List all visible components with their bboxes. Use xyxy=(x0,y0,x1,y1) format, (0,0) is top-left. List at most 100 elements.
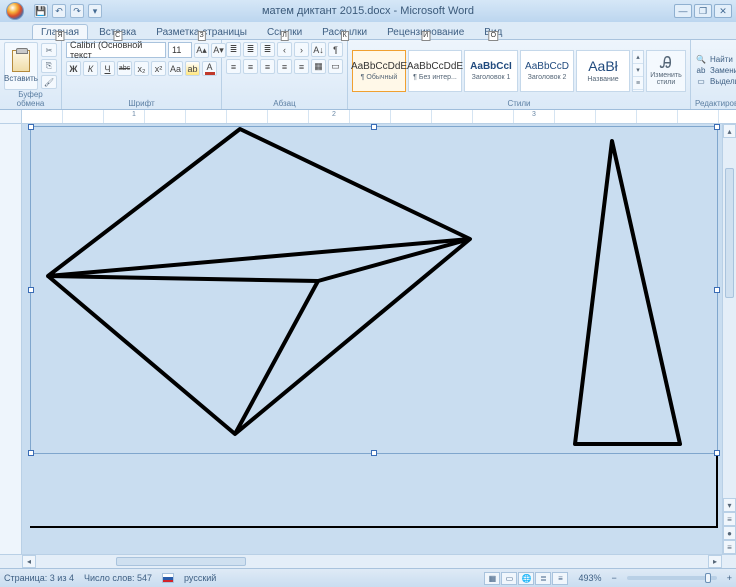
browse-object[interactable]: ● xyxy=(723,526,736,540)
scroll-left[interactable]: ◂ xyxy=(22,555,36,568)
copy-button[interactable]: ⎘ xyxy=(41,59,57,73)
qat-undo[interactable]: ↶ xyxy=(52,4,66,18)
multilevel-button[interactable]: ≣ xyxy=(260,42,275,57)
scroll-right[interactable]: ▸ xyxy=(708,555,722,568)
borders-button[interactable]: ▭ xyxy=(328,59,343,74)
replace-button[interactable]: abЗаменить xyxy=(695,66,736,75)
italic-button[interactable]: К xyxy=(83,61,98,76)
align-center[interactable]: ≡ xyxy=(243,59,258,74)
align-right[interactable]: ≡ xyxy=(260,59,275,74)
status-bar: Страница: 3 из 4 Число слов: 547 русский… xyxy=(0,568,736,587)
find-button[interactable]: 🔍Найти xyxy=(695,55,736,64)
window-minimize[interactable]: — xyxy=(674,4,692,18)
vscroll-thumb[interactable] xyxy=(725,168,734,298)
group-editing: 🔍Найти abЗаменить ▭Выделить Редактирован… xyxy=(691,40,736,109)
scroll-up[interactable]: ▴ xyxy=(723,124,736,138)
style-nospacing[interactable]: AaBbCcDdE¶ Без интер... xyxy=(408,50,462,92)
status-page[interactable]: Страница: 3 из 4 xyxy=(4,573,74,583)
grow-font[interactable]: A▴ xyxy=(194,43,209,58)
select-button[interactable]: ▭Выделить xyxy=(695,77,736,86)
align-left[interactable]: ≡ xyxy=(226,59,241,74)
change-styles-icon: Ꭿ xyxy=(660,56,672,72)
tab-page-layout[interactable]: Разметка страницыЗ xyxy=(147,24,256,39)
qat-redo[interactable]: ↷ xyxy=(70,4,84,18)
document-area[interactable] xyxy=(22,124,736,554)
zoom-slider-knob[interactable] xyxy=(705,573,711,583)
zoom-out[interactable]: − xyxy=(611,573,616,583)
increase-indent[interactable]: › xyxy=(294,42,309,57)
sort-button[interactable]: A↓ xyxy=(311,42,326,57)
bold-button[interactable]: Ж xyxy=(66,61,81,76)
justify[interactable]: ≡ xyxy=(277,59,292,74)
style-heading2[interactable]: AaBbCcDЗаголовок 2 xyxy=(520,50,574,92)
tab-references[interactable]: СсылкиЛ xyxy=(258,24,311,39)
gallery-scroll[interactable]: ▴▾≡ xyxy=(632,50,644,92)
tab-home[interactable]: ГлавнаяЯ xyxy=(32,24,88,39)
strike-button[interactable]: abc xyxy=(117,61,132,76)
style-heading1[interactable]: AaBbCcIЗаголовок 1 xyxy=(464,50,518,92)
shading-button[interactable]: ▦ xyxy=(311,59,326,74)
vertical-scrollbar[interactable]: ▴ ▾ ≡ ● ≡ xyxy=(722,124,736,554)
line-spacing[interactable]: ≡ xyxy=(294,59,309,74)
show-marks[interactable]: ¶ xyxy=(328,42,343,57)
hscroll-thumb[interactable] xyxy=(116,557,246,566)
office-button[interactable] xyxy=(0,0,30,22)
bullets-button[interactable]: ≣ xyxy=(226,42,241,57)
paste-button[interactable]: Вставить xyxy=(4,42,38,90)
replace-icon: ab xyxy=(695,66,707,75)
quick-access-toolbar: 💾 ↶ ↷ ▾ xyxy=(30,4,106,18)
zoom-level[interactable]: 493% xyxy=(578,573,601,583)
window-maximize[interactable]: ❐ xyxy=(694,4,712,18)
font-color-button[interactable]: A xyxy=(202,61,217,76)
tab-review[interactable]: РецензированиеИ xyxy=(378,24,473,39)
font-size-combo[interactable]: 11 xyxy=(168,42,192,58)
tab-mailings[interactable]: РассылкиК xyxy=(313,24,376,39)
view-draft[interactable]: ≡ xyxy=(552,572,568,585)
status-language[interactable]: русский xyxy=(184,573,216,583)
prev-page[interactable]: ≡ xyxy=(723,512,736,526)
language-icon xyxy=(162,573,174,583)
vertical-ruler[interactable] xyxy=(0,124,22,554)
select-icon: ▭ xyxy=(695,77,707,86)
decrease-indent[interactable]: ‹ xyxy=(277,42,292,57)
window-title: матем диктант 2015.docx - Microsoft Word xyxy=(262,5,474,17)
scroll-down[interactable]: ▾ xyxy=(723,498,736,512)
view-reading[interactable]: ▭ xyxy=(501,572,517,585)
group-clipboard: Вставить ✂ ⎘ 🖌 Буфер обмена xyxy=(0,40,62,109)
cut-button[interactable]: ✂ xyxy=(41,43,57,57)
group-label-clipboard: Буфер обмена xyxy=(4,90,57,109)
ribbon-tabs: ГлавнаяЯ ВставкаС Разметка страницыЗ Ссы… xyxy=(0,22,736,40)
window-close[interactable]: ✕ xyxy=(714,4,732,18)
zoom-slider[interactable] xyxy=(627,576,717,580)
clipboard-icon xyxy=(12,50,30,72)
style-normal[interactable]: AaBbCcDdE¶ Обычный xyxy=(352,50,406,92)
horizontal-ruler[interactable]: 1 2 3 xyxy=(0,110,736,124)
status-words[interactable]: Число слов: 547 xyxy=(84,573,152,583)
tab-insert[interactable]: ВставкаС xyxy=(90,24,145,39)
group-label-styles: Стили xyxy=(352,99,686,109)
highlight-button[interactable]: ab xyxy=(185,61,200,76)
ribbon: Вставить ✂ ⎘ 🖌 Буфер обмена Calibri (Осн… xyxy=(0,40,736,110)
group-label-paragraph: Абзац xyxy=(226,99,343,109)
superscript-button[interactable]: x² xyxy=(151,61,166,76)
next-page[interactable]: ≡ xyxy=(723,540,736,554)
qat-save[interactable]: 💾 xyxy=(34,4,48,18)
change-case-button[interactable]: Aa xyxy=(168,61,183,76)
subscript-button[interactable]: x₂ xyxy=(134,61,149,76)
zoom-in[interactable]: + xyxy=(727,573,732,583)
font-family-combo[interactable]: Calibri (Основной текст xyxy=(66,42,166,58)
view-print-layout[interactable]: ▦ xyxy=(484,572,500,585)
view-outline[interactable]: ≣ xyxy=(535,572,551,585)
change-styles-button[interactable]: ᎯИзменить стили xyxy=(646,50,686,92)
style-title[interactable]: AaBłНазвание xyxy=(576,50,630,92)
view-buttons: ▦ ▭ 🌐 ≣ ≡ xyxy=(484,572,568,585)
view-web[interactable]: 🌐 xyxy=(518,572,534,585)
horizontal-scrollbar[interactable]: ◂ ▸ xyxy=(0,554,736,568)
styles-gallery: AaBbCcDdE¶ Обычный AaBbCcDdE¶ Без интер.… xyxy=(352,50,686,92)
title-bar: 💾 ↶ ↷ ▾ матем диктант 2015.docx - Micros… xyxy=(0,0,736,22)
tab-view[interactable]: ВидО xyxy=(475,24,511,39)
numbering-button[interactable]: ≣ xyxy=(243,42,258,57)
format-painter-button[interactable]: 🖌 xyxy=(41,75,57,89)
qat-more[interactable]: ▾ xyxy=(88,4,102,18)
underline-button[interactable]: Ч xyxy=(100,61,115,76)
